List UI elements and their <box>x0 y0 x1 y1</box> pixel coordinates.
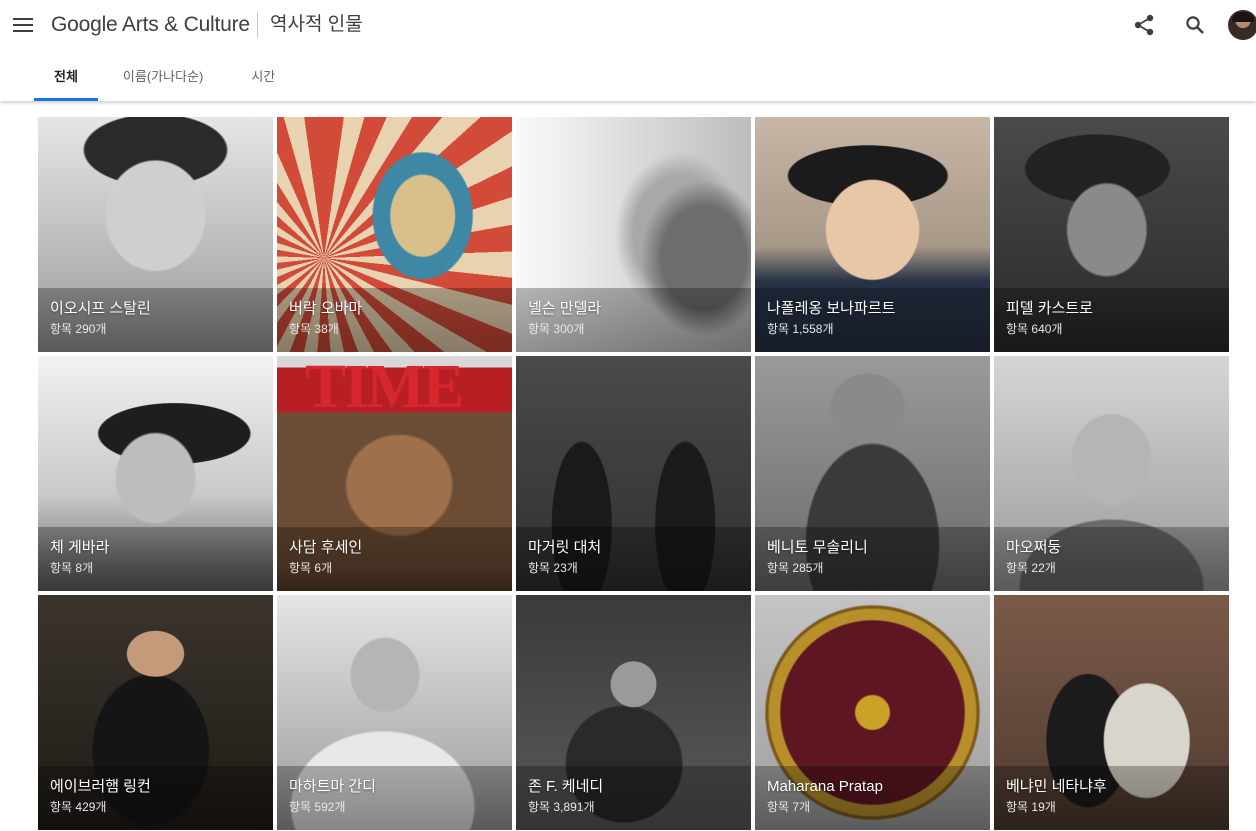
card-caption: 베니토 무솔리니 항목 285개 <box>755 527 990 591</box>
item-count: 항목 592개 <box>289 800 346 814</box>
figure-card[interactable]: 베냐민 네타냐후 항목 19개 <box>994 595 1229 830</box>
figure-card[interactable]: 마하트마 간디 항목 592개 <box>277 595 512 830</box>
figure-name: 베니토 무솔리니 <box>767 539 868 556</box>
figure-card[interactable]: 존 F. 케네디 항목 3,891개 <box>516 595 751 830</box>
figure-card[interactable]: 체 게바라 항목 8개 <box>38 356 273 591</box>
card-caption: 피델 카스트로 항목 640개 <box>994 288 1229 352</box>
item-count: 항목 19개 <box>1006 800 1056 814</box>
figure-name: 버락 오바마 <box>289 300 363 317</box>
figure-name: 피델 카스트로 <box>1006 300 1093 317</box>
item-count: 항목 429개 <box>50 800 107 814</box>
figure-name: 체 게바라 <box>50 539 110 556</box>
item-count: 항목 8개 <box>50 561 94 575</box>
item-count: 항목 3,891개 <box>528 800 595 814</box>
figure-card[interactable]: 에이브러햄 링컨 항목 429개 <box>38 595 273 830</box>
item-count: 항목 6개 <box>289 561 333 575</box>
magazine-cover-title: TIME <box>305 356 464 421</box>
figure-name: 마오쩌둥 <box>1006 539 1062 556</box>
card-caption: 마하트마 간디 항목 592개 <box>277 766 512 830</box>
figure-card[interactable]: 나폴레옹 보나파르트 항목 1,558개 <box>755 117 990 352</box>
card-caption: 이오시프 스탈린 항목 290개 <box>38 288 273 352</box>
user-avatar[interactable] <box>1228 10 1256 40</box>
menu-button[interactable] <box>8 10 38 40</box>
tab-all[interactable]: 전체 <box>34 56 98 101</box>
card-caption: 존 F. 케네디 항목 3,891개 <box>516 766 751 830</box>
figure-name: Maharana Pratap <box>767 778 883 795</box>
card-caption: 베냐민 네타냐후 항목 19개 <box>994 766 1229 830</box>
card-caption: 체 게바라 항목 8개 <box>38 527 273 591</box>
figure-card[interactable]: 넬슨 만델라 항목 300개 <box>516 117 751 352</box>
card-caption: 버락 오바마 항목 38개 <box>277 288 512 352</box>
figure-name: 이오시프 스탈린 <box>50 300 151 317</box>
figure-name: 나폴레옹 보나파르트 <box>767 300 896 317</box>
tab-bar: 전체 이름(가나다순) 시간 <box>34 56 295 101</box>
card-caption: 사담 후세인 항목 6개 <box>277 527 512 591</box>
figure-card[interactable]: 이오시프 스탈린 항목 290개 <box>38 117 273 352</box>
figure-name: 베냐민 네타냐후 <box>1006 778 1107 795</box>
item-count: 항목 640개 <box>1006 322 1063 336</box>
card-caption: 넬슨 만델라 항목 300개 <box>516 288 751 352</box>
item-count: 항목 290개 <box>50 322 107 336</box>
header-divider <box>257 12 258 38</box>
figure-card[interactable]: 피델 카스트로 항목 640개 <box>994 117 1229 352</box>
menu-icon <box>13 18 33 32</box>
figure-card[interactable]: TIME 사담 후세인 항목 6개 <box>277 356 512 591</box>
item-count: 항목 38개 <box>289 322 339 336</box>
share-icon <box>1134 14 1154 36</box>
card-caption: 에이브러햄 링컨 항목 429개 <box>38 766 273 830</box>
figure-card[interactable]: 마오쩌둥 항목 22개 <box>994 356 1229 591</box>
figure-card[interactable]: 마거릿 대처 항목 23개 <box>516 356 751 591</box>
card-caption: 마오쩌둥 항목 22개 <box>994 527 1229 591</box>
card-caption: 마거릿 대처 항목 23개 <box>516 527 751 591</box>
figure-grid: 이오시프 스탈린 항목 290개 버락 오바마 항목 38개 넬슨 만델라 항목… <box>38 117 1256 830</box>
figure-card[interactable]: 베니토 무솔리니 항목 285개 <box>755 356 990 591</box>
figure-name: 에이브러햄 링컨 <box>50 778 151 795</box>
figure-name: 사담 후세인 <box>289 539 363 556</box>
figure-name: 마하트마 간디 <box>289 778 376 795</box>
item-count: 항목 23개 <box>528 561 578 575</box>
figure-name: 존 F. 케네디 <box>528 778 604 795</box>
app-logo[interactable]: Google Arts & Culture <box>51 12 250 38</box>
item-count: 항목 300개 <box>528 322 585 336</box>
share-button[interactable] <box>1129 10 1159 40</box>
figure-name: 마거릿 대처 <box>528 539 602 556</box>
figure-card[interactable]: 버락 오바마 항목 38개 <box>277 117 512 352</box>
page-title: 역사적 인물 <box>270 14 363 35</box>
figure-name: 넬슨 만델라 <box>528 300 602 317</box>
search-button[interactable] <box>1180 10 1210 40</box>
card-caption: 나폴레옹 보나파르트 항목 1,558개 <box>755 288 990 352</box>
item-count: 항목 22개 <box>1006 561 1056 575</box>
figure-card[interactable]: Maharana Pratap 항목 7개 <box>755 595 990 830</box>
app-header: Google Arts & Culture 역사적 인물 전체 이름(가나다순)… <box>0 0 1256 101</box>
item-count: 항목 7개 <box>767 800 811 814</box>
tab-name-order[interactable]: 이름(가나다순) <box>103 56 223 101</box>
tab-time[interactable]: 시간 <box>231 56 295 101</box>
card-caption: Maharana Pratap 항목 7개 <box>755 766 990 830</box>
search-icon <box>1186 16 1204 34</box>
item-count: 항목 285개 <box>767 561 824 575</box>
item-count: 항목 1,558개 <box>767 322 834 336</box>
